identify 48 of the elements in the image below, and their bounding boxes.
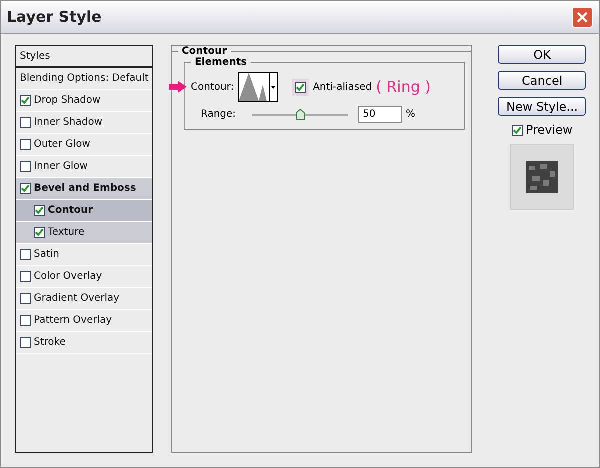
anti-aliased-label: Anti-aliased (313, 82, 372, 92)
contour-picker[interactable] (238, 72, 278, 102)
checkbox[interactable] (20, 337, 31, 348)
checkbox[interactable] (295, 82, 306, 92)
checkbox[interactable] (20, 293, 31, 304)
style-item[interactable]: Color Overlay (16, 266, 152, 288)
checkbox[interactable] (20, 271, 31, 282)
style-item[interactable]: Pattern Overlay (16, 310, 152, 332)
preview-label: Preview (526, 123, 573, 137)
checkbox[interactable] (34, 227, 45, 238)
checkbox[interactable] (512, 124, 523, 136)
style-item[interactable]: Outer Glow (16, 134, 152, 156)
checkbox[interactable] (20, 315, 31, 326)
dialog-button[interactable]: New Style... (498, 97, 586, 116)
list-header: Styles (20, 50, 50, 62)
contour-label: Contour: (190, 82, 234, 92)
checkbox[interactable] (20, 139, 31, 150)
group-title: Elements (194, 57, 248, 68)
caret-icon (271, 86, 276, 88)
window-title: Layer Style (7, 8, 102, 26)
slider-thumb[interactable] (296, 108, 306, 120)
checkbox[interactable] (20, 161, 31, 172)
style-item[interactable]: Drop Shadow (16, 90, 152, 112)
annotation: ( Ring ) (376, 78, 431, 96)
arrow-icon (168, 81, 187, 93)
checkbox[interactable] (20, 249, 31, 260)
style-item[interactable]: Inner Shadow (16, 112, 152, 134)
range-field[interactable]: 50 (358, 106, 402, 123)
dialog-button[interactable]: OK (498, 45, 586, 64)
checkbox[interactable] (34, 205, 45, 216)
checkbox[interactable] (20, 95, 31, 106)
section-title: Contour (180, 46, 228, 57)
close-icon (577, 12, 588, 22)
style-item[interactable]: Texture (16, 222, 152, 244)
unit-label: % (406, 109, 416, 120)
range-label: Range: (200, 109, 236, 120)
close-button[interactable] (572, 6, 593, 28)
style-item[interactable]: Stroke (16, 332, 152, 354)
style-item[interactable]: Bevel and Emboss (16, 178, 152, 200)
texture-swatch-icon (526, 161, 558, 193)
contour-curve-icon (239, 73, 270, 101)
checkbox[interactable] (20, 117, 31, 128)
style-item[interactable]: Blending Options: Default (16, 68, 152, 90)
checkbox[interactable] (20, 183, 31, 194)
dialog-button[interactable]: Cancel (498, 71, 586, 90)
style-item[interactable]: Gradient Overlay (16, 288, 152, 310)
style-item[interactable]: Contour (16, 200, 152, 222)
style-item[interactable]: Satin (16, 244, 152, 266)
